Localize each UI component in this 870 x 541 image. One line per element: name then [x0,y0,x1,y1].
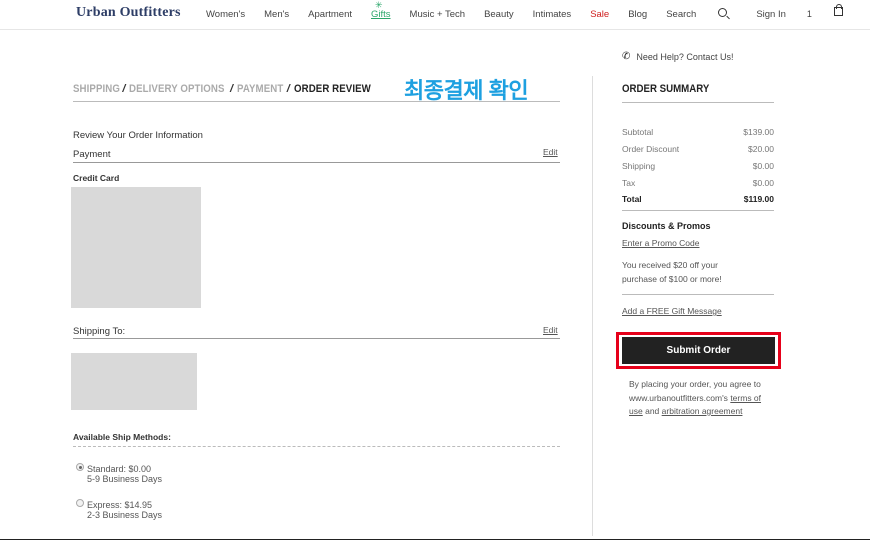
order-summary-title: ORDER SUMMARY [622,83,710,95]
ship-standard-option[interactable]: Standard: $0.00 5-9 Business Days [87,464,162,484]
phone-icon: ✆ [622,51,631,62]
ship-express-price: Express: $14.95 [87,500,153,510]
nav-apartment[interactable]: Apartment [308,9,352,20]
arbitration-agreement-link[interactable]: arbitration agreement [662,406,743,416]
nav-music-tech[interactable]: Music + Tech [410,9,466,20]
search-button[interactable]: Search [666,8,746,20]
bottom-border [0,539,870,540]
summary-label: Tax [622,178,636,188]
nav-blog[interactable]: Blog [628,9,647,20]
step-separator: / [286,82,290,95]
search-icon [718,8,728,17]
main-nav: Women's Men's Apartment Gifts Music + Te… [206,0,870,20]
signin-link[interactable]: Sign In [756,9,786,20]
shipping-to-label: Shipping To: [73,326,126,337]
summary-row-subtotal: Subtotal $139.00 [622,127,774,137]
step-payment[interactable]: PAYMENT [237,83,283,95]
step-separator: / [230,82,234,95]
bag-count: 1 [806,9,812,19]
korean-annotation: 최종결제 확인 [404,78,529,103]
dashed-divider [73,446,560,447]
divider [73,162,560,163]
nav-gifts[interactable]: Gifts [371,0,391,20]
submit-order-button[interactable]: Submit Order [622,337,775,364]
shopping-bag-icon [833,4,843,16]
top-nav-bar: Urban Outfitters Women's Men's Apartment… [0,0,870,30]
promo-code-link[interactable]: Enter a Promo Code [622,237,699,250]
summary-row-discount: Order Discount $20.00 [622,144,774,154]
edit-shipping-link[interactable]: Edit [543,325,558,335]
shopping-bag-button[interactable]: 1 [806,4,862,20]
ship-standard-price: Standard: $0.00 [87,464,152,474]
summary-row-tax: Tax $0.00 [622,178,774,188]
summary-label: Subtotal [622,127,654,137]
ship-express-days: 2-3 Business Days [87,510,163,520]
brand-logo[interactable]: Urban Outfitters [76,5,181,21]
ship-standard-radio[interactable] [76,463,84,471]
nav-sale[interactable]: Sale [590,9,609,20]
summary-label: Shipping [622,161,656,171]
credit-card-label: Credit Card [73,173,120,183]
promo-message-line2: purchase of $100 or more! [622,274,722,284]
agreement-and: and [645,406,660,416]
nav-womens[interactable]: Women's [206,9,245,20]
summary-row-shipping: Shipping $0.00 [622,161,774,171]
credit-card-image [71,187,201,308]
divider [622,294,774,295]
help-contact[interactable]: ✆ Need Help? Contact Us! [622,51,733,62]
nav-beauty[interactable]: Beauty [484,9,514,20]
summary-value: $0.00 [752,161,774,171]
column-divider [592,76,593,536]
search-label: Search [666,9,697,20]
gift-message-link[interactable]: Add a FREE Gift Message [622,305,722,318]
help-text: Need Help? Contact Us! [636,51,734,62]
payment-label: Payment [73,149,111,160]
ship-express-radio[interactable] [76,499,84,507]
summary-label: Order Discount [622,144,680,154]
step-shipping[interactable]: SHIPPING [73,83,120,95]
step-order-review: ORDER REVIEW [293,82,371,95]
step-separator: / [122,82,126,95]
step-delivery-options[interactable]: DELIVERY OPTIONS [129,83,225,95]
divider [73,338,560,339]
divider [622,210,774,211]
summary-value: $139.00 [743,127,774,137]
review-heading: Review Your Order Information [73,130,203,141]
divider [622,102,774,103]
summary-value: $0.00 [752,178,774,188]
discounts-promos-title: Discounts & Promos [622,221,711,231]
summary-value: $20.00 [748,144,774,154]
total-value: $119.00 [743,194,774,204]
ship-standard-days: 5-9 Business Days [87,474,163,484]
ship-methods-label: Available Ship Methods: [73,432,171,442]
summary-row-total: Total $119.00 [622,194,774,204]
shipping-address-image [71,353,197,410]
ship-express-option[interactable]: Express: $14.95 2-3 Business Days [87,500,162,520]
nav-mens[interactable]: Men's [264,9,289,20]
edit-payment-link[interactable]: Edit [543,147,558,157]
agreement-text: By placing your order, you agree to www.… [629,378,774,419]
promo-message-line1: You received $20 off your [622,260,718,270]
total-label: Total [622,194,642,204]
nav-intimates[interactable]: Intimates [533,9,572,20]
